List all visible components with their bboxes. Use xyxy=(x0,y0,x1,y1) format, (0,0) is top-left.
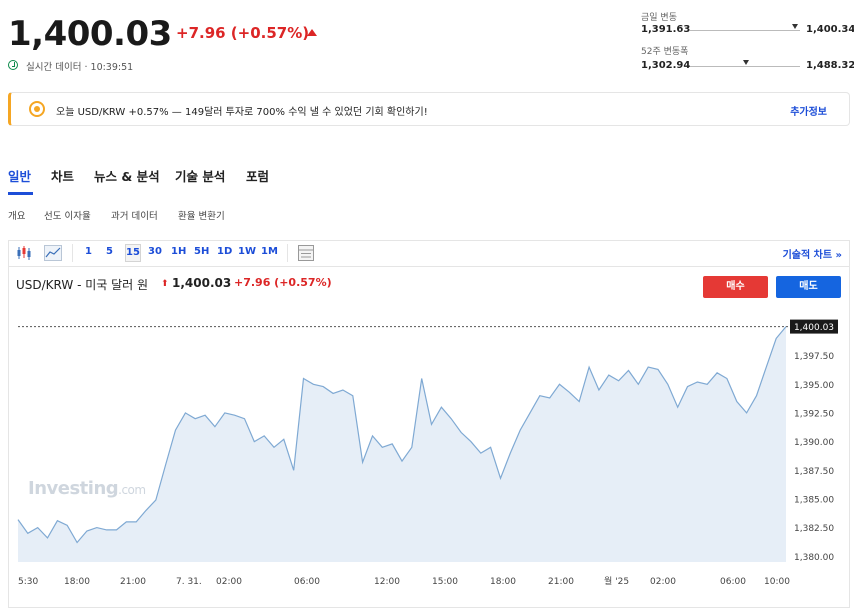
day-range-label: 금일 변동 xyxy=(641,13,677,23)
tab-chart[interactable]: 차트 xyxy=(51,166,74,185)
day-range-high: 1,400.34 xyxy=(806,24,854,35)
chart-instrument-title: USD/KRW - 미국 달러 원 xyxy=(16,278,149,292)
timeframe-1[interactable]: 1 xyxy=(85,246,92,257)
promo-banner[interactable]: 오늘 USD/KRW +0.57% — 149달러 투자로 700% 수익 낼 … xyxy=(8,92,850,126)
timeframe-5h[interactable]: 5H xyxy=(194,246,209,257)
x-tick-label: 7. 31. xyxy=(176,577,202,587)
subtab-overview[interactable]: 개요 xyxy=(8,208,25,222)
x-tick-label: 02:00 xyxy=(216,577,242,587)
y-tick-label: 1,395.00 xyxy=(794,381,834,391)
current-price: 1,400.03 xyxy=(8,14,172,54)
y-tick-label: 1,390.00 xyxy=(794,438,834,448)
day-range-marker xyxy=(792,24,798,29)
up-arrow-icon xyxy=(307,29,317,36)
y-tick-label: 1,380.00 xyxy=(794,553,834,563)
timeframe-1d[interactable]: 1D xyxy=(217,246,232,257)
price-change: +7.96 (+0.57%) xyxy=(176,24,310,42)
week52-range-low: 1,302.94 xyxy=(641,60,691,71)
x-tick-label: 10:00 xyxy=(764,577,790,587)
candlestick-icon[interactable] xyxy=(16,245,32,261)
timeframe-1m[interactable]: 1M xyxy=(261,246,278,257)
price-area xyxy=(18,326,786,562)
y-tick-label: 1,392.50 xyxy=(794,409,834,419)
buy-button[interactable]: 매수 xyxy=(703,276,768,298)
realtime-status: 실시간 데이터 · 10:39:51 xyxy=(26,62,134,73)
realtime-clock-icon xyxy=(8,60,18,70)
more-info-link[interactable]: 추가정보 xyxy=(790,103,827,118)
x-tick-label: 18:00 xyxy=(490,577,516,587)
promo-banner-text: 오늘 USD/KRW +0.57% — 149달러 투자로 700% 수익 낼 … xyxy=(56,107,428,118)
tab-news-analysis[interactable]: 뉴스 & 분석 xyxy=(94,166,160,185)
x-tick-label: 12:00 xyxy=(374,577,400,587)
chart-change: +7.96 (+0.57%) xyxy=(234,276,332,289)
investing-watermark: Investing.com xyxy=(28,478,146,499)
timeframe-5[interactable]: 5 xyxy=(106,246,113,257)
toolbar-divider xyxy=(287,244,288,262)
week52-range-label: 52주 변동폭 xyxy=(641,47,689,57)
tab-forum[interactable]: 포럼 xyxy=(246,166,269,185)
y-tick-label: 1,382.50 xyxy=(794,524,834,534)
subtab-historical-data[interactable]: 과거 데이터 xyxy=(111,208,158,222)
day-range-low: 1,391.63 xyxy=(641,24,691,35)
table-view-icon[interactable] xyxy=(298,245,314,261)
price-chart[interactable]: 1,400.03 1,397.50 1,395.00 1,392.50 1,390.00… xyxy=(8,300,850,600)
chart-price: 1,400.03 xyxy=(172,276,232,290)
x-tick-label: 06:00 xyxy=(294,577,320,587)
day-range-track xyxy=(690,30,800,31)
tab-general[interactable]: 일반 xyxy=(8,166,31,185)
week52-range-marker xyxy=(743,60,749,65)
x-tick-label: 월 '25 xyxy=(604,575,629,587)
y-tick-label: 1,387.50 xyxy=(794,467,834,477)
toolbar-divider xyxy=(72,244,73,262)
week52-range-track xyxy=(690,66,800,67)
subtab-forward-rates[interactable]: 선도 이자율 xyxy=(44,208,91,222)
sell-button[interactable]: 매도 xyxy=(776,276,841,298)
area-chart-icon[interactable] xyxy=(44,245,62,261)
timeframe-1h[interactable]: 1H xyxy=(171,246,186,257)
y-tick-label: 1,397.50 xyxy=(794,352,834,362)
x-tick-label: 06:00 xyxy=(720,577,746,587)
y-tick-label: 1,385.00 xyxy=(794,495,834,505)
x-tick-label: 5:30 xyxy=(18,577,38,587)
technical-chart-link[interactable]: 기술적 차트 » xyxy=(783,246,842,261)
timeframe-30[interactable]: 30 xyxy=(148,246,162,257)
x-tick-label: 18:00 xyxy=(64,577,90,587)
target-icon xyxy=(29,101,45,117)
subtab-converter[interactable]: 환율 변환기 xyxy=(178,208,225,222)
timeframe-15[interactable]: 15 xyxy=(125,244,141,262)
x-tick-label: 15:00 xyxy=(432,577,458,587)
timeframe-1w[interactable]: 1W xyxy=(238,246,256,257)
x-tick-label: 02:00 xyxy=(650,577,676,587)
up-arrow-icon: ⬆ xyxy=(161,279,169,289)
week52-range-high: 1,488.32 xyxy=(806,60,854,71)
last-price-label: 1,400.03 xyxy=(794,323,834,333)
x-tick-label: 21:00 xyxy=(548,577,574,587)
tab-technical-analysis[interactable]: 기술 분석 xyxy=(175,166,225,185)
x-tick-label: 21:00 xyxy=(120,577,146,587)
active-tab-indicator xyxy=(8,192,33,195)
